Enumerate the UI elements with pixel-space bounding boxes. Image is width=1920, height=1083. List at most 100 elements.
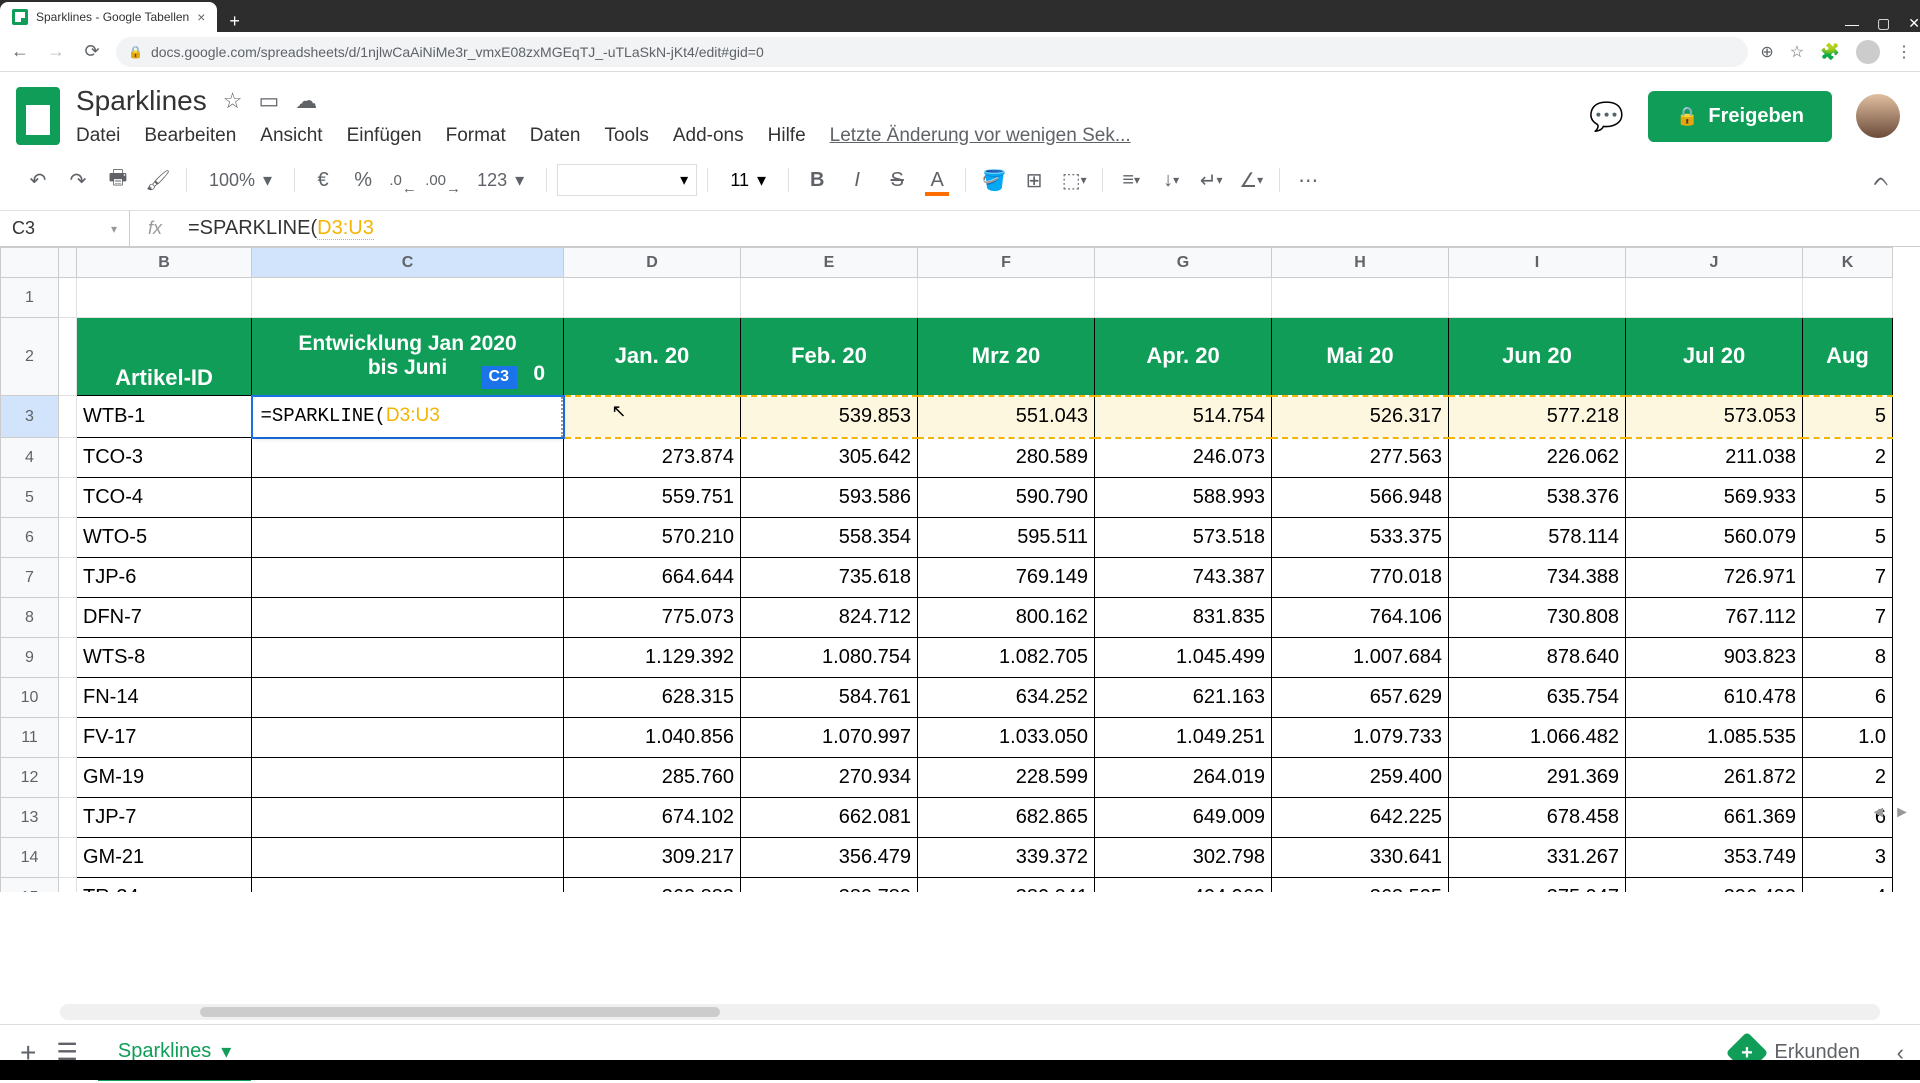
cell-id[interactable]: DFN-7 (77, 598, 252, 638)
zoom-select[interactable]: 100%▾ (197, 170, 284, 191)
cell[interactable] (252, 838, 564, 878)
strike-button[interactable]: S (879, 162, 915, 198)
cell-id[interactable]: WTS-8 (77, 638, 252, 678)
header-feb[interactable]: Feb. 20 (741, 318, 918, 396)
cell[interactable]: 533.375 (1272, 518, 1449, 558)
cell[interactable]: 362.883 (564, 878, 741, 893)
cell-id[interactable]: TR-34 (77, 878, 252, 893)
header-jul[interactable]: Jul 20 (1626, 318, 1803, 396)
cell[interactable]: 363.525 (1272, 878, 1449, 893)
cell[interactable]: 730.808 (1449, 598, 1626, 638)
col-header-d[interactable]: D (564, 248, 741, 278)
cell[interactable]: 578.114 (1449, 518, 1626, 558)
zoom-icon[interactable]: ⊕ (1760, 42, 1773, 62)
header-mrz[interactable]: Mrz 20 (918, 318, 1095, 396)
cell[interactable]: 735.618 (741, 558, 918, 598)
cell[interactable]: 1.033.050 (918, 718, 1095, 758)
cell[interactable]: 261.872 (1626, 758, 1803, 798)
cell[interactable]: 5 (1803, 396, 1893, 438)
text-color-button[interactable]: A (919, 162, 955, 198)
cell[interactable]: 610.478 (1626, 678, 1803, 718)
cell[interactable]: 734.388 (1449, 558, 1626, 598)
cell[interactable] (252, 798, 564, 838)
star-icon[interactable]: ☆ (223, 88, 243, 114)
cell[interactable]: 551.043 (918, 396, 1095, 438)
header-jan[interactable]: Jan. 20 (564, 318, 741, 396)
cell[interactable]: 657.629 (1272, 678, 1449, 718)
row-header[interactable]: 3 (1, 396, 59, 438)
cell[interactable]: 353.749 (1626, 838, 1803, 878)
cell-id[interactable]: FN-14 (77, 678, 252, 718)
move-icon[interactable]: ▭ (258, 88, 279, 114)
sheets-logo[interactable] (12, 82, 64, 150)
cell[interactable]: 396.492 (1626, 878, 1803, 893)
cell[interactable]: 8 (1803, 638, 1893, 678)
cell[interactable]: 1.070.997 (741, 718, 918, 758)
menu-hilfe[interactable]: Hilfe (768, 125, 806, 147)
cell[interactable]: 1.066.482 (1449, 718, 1626, 758)
cell[interactable]: 621.163 (1095, 678, 1272, 718)
cell[interactable]: 726.971 (1626, 558, 1803, 598)
cell[interactable]: 573.518 (1095, 518, 1272, 558)
cell[interactable] (252, 558, 564, 598)
collapse-toolbar-button[interactable]: ᨈ (1864, 162, 1900, 198)
cell[interactable]: 1.080.754 (741, 638, 918, 678)
account-avatar[interactable] (1856, 94, 1900, 138)
cell-editor[interactable]: =SPARKLINE(D3:U3 (253, 397, 563, 437)
cell[interactable]: 1.079.733 (1272, 718, 1449, 758)
wrap-button[interactable]: ↵ ▾ (1193, 162, 1229, 198)
header-artikel-id[interactable]: Artikel-ID (77, 318, 252, 396)
cell[interactable]: 5 (1803, 518, 1893, 558)
profile-avatar-small[interactable] (1856, 40, 1880, 64)
cell[interactable] (252, 478, 564, 518)
cell[interactable]: 5 (1803, 478, 1893, 518)
cell[interactable]: 767.112 (1626, 598, 1803, 638)
row-header[interactable]: 14 (1, 838, 59, 878)
cell[interactable]: 1.007.684 (1272, 638, 1449, 678)
cell-id[interactable]: WTB-1 (77, 396, 252, 438)
cell[interactable]: 305.642 (741, 438, 918, 478)
cell[interactable]: 775.073 (564, 598, 741, 638)
fill-color-button[interactable]: 🪣 (976, 162, 1012, 198)
cell[interactable]: 1.082.705 (918, 638, 1095, 678)
cell[interactable]: 226.062 (1449, 438, 1626, 478)
cell-id[interactable]: TCO-3 (77, 438, 252, 478)
address-bar[interactable]: 🔒 docs.google.com/spreadsheets/d/1njlwCa… (116, 37, 1748, 67)
last-edit-link[interactable]: Letzte Änderung vor wenigen Sek... (830, 125, 1131, 147)
font-select[interactable]: ▾ (557, 164, 697, 196)
minimize-icon[interactable]: — (1845, 16, 1859, 32)
close-tab-icon[interactable]: × (197, 9, 205, 25)
cell[interactable]: 330.641 (1272, 838, 1449, 878)
cell[interactable]: 309.217 (564, 838, 741, 878)
menu-format[interactable]: Format (446, 125, 506, 147)
forward-button[interactable]: → (44, 40, 68, 64)
row-header[interactable]: 13 (1, 798, 59, 838)
horizontal-scrollbar[interactable] (60, 1004, 1880, 1020)
cell[interactable]: 228.599 (918, 758, 1095, 798)
cell[interactable]: 285.760 (564, 758, 741, 798)
col-header-g[interactable]: G (1095, 248, 1272, 278)
menu-bearbeiten[interactable]: Bearbeiten (144, 125, 236, 147)
cell[interactable]: 1.129.392 (564, 638, 741, 678)
cell[interactable]: 678.458 (1449, 798, 1626, 838)
cell[interactable]: 264.019 (1095, 758, 1272, 798)
row-header[interactable]: 4 (1, 438, 59, 478)
print-button[interactable]: 🖶 (100, 162, 136, 198)
cell[interactable]: 514.754 (1095, 396, 1272, 438)
cell[interactable]: 2 (1803, 438, 1893, 478)
close-window-icon[interactable]: ✕ (1908, 15, 1920, 32)
row-header-2[interactable]: 2 (1, 318, 59, 396)
cell[interactable]: 259.400 (1272, 758, 1449, 798)
menu-addons[interactable]: Add-ons (673, 125, 744, 147)
col-header-h[interactable]: H (1272, 248, 1449, 278)
cell[interactable]: 246.073 (1095, 438, 1272, 478)
col-header-e[interactable]: E (741, 248, 918, 278)
increase-decimal-button[interactable]: .00→ (425, 162, 461, 198)
cell[interactable]: 558.354 (741, 518, 918, 558)
extensions-icon[interactable]: 🧩 (1820, 42, 1840, 62)
name-box[interactable]: C3 ▾ (0, 211, 130, 246)
cell[interactable]: 664.644 (564, 558, 741, 598)
cell[interactable]: 682.865 (918, 798, 1095, 838)
cell[interactable] (564, 396, 741, 438)
active-cell-c3[interactable]: =SPARKLINE(D3:U3 ↖ (252, 396, 564, 438)
